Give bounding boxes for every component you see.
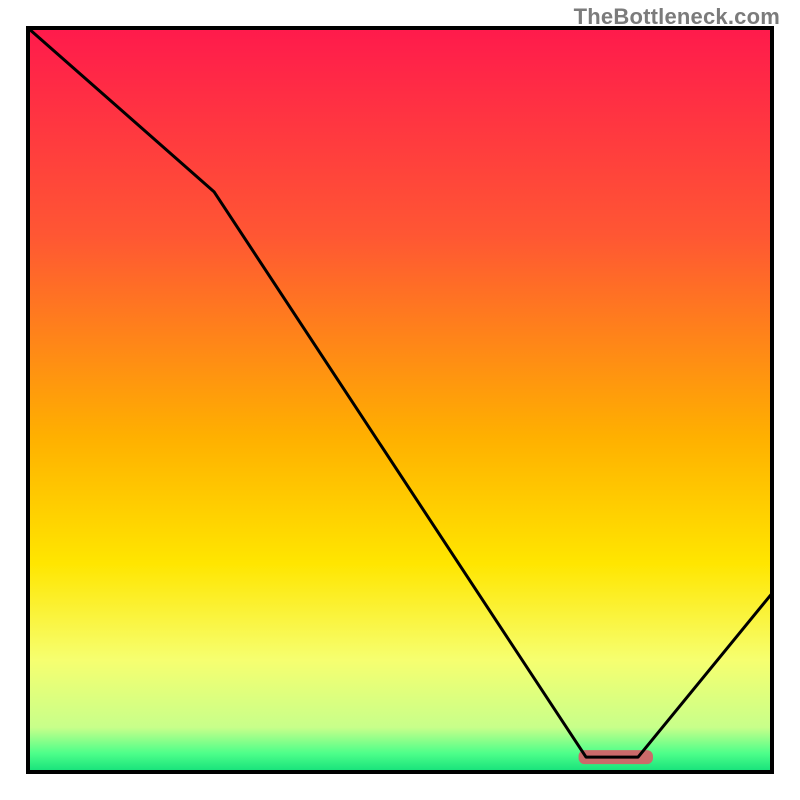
bottleneck-chart	[0, 0, 800, 800]
attribution-text: TheBottleneck.com	[574, 4, 780, 30]
gradient-background	[28, 28, 772, 772]
chart-container: TheBottleneck.com	[0, 0, 800, 800]
